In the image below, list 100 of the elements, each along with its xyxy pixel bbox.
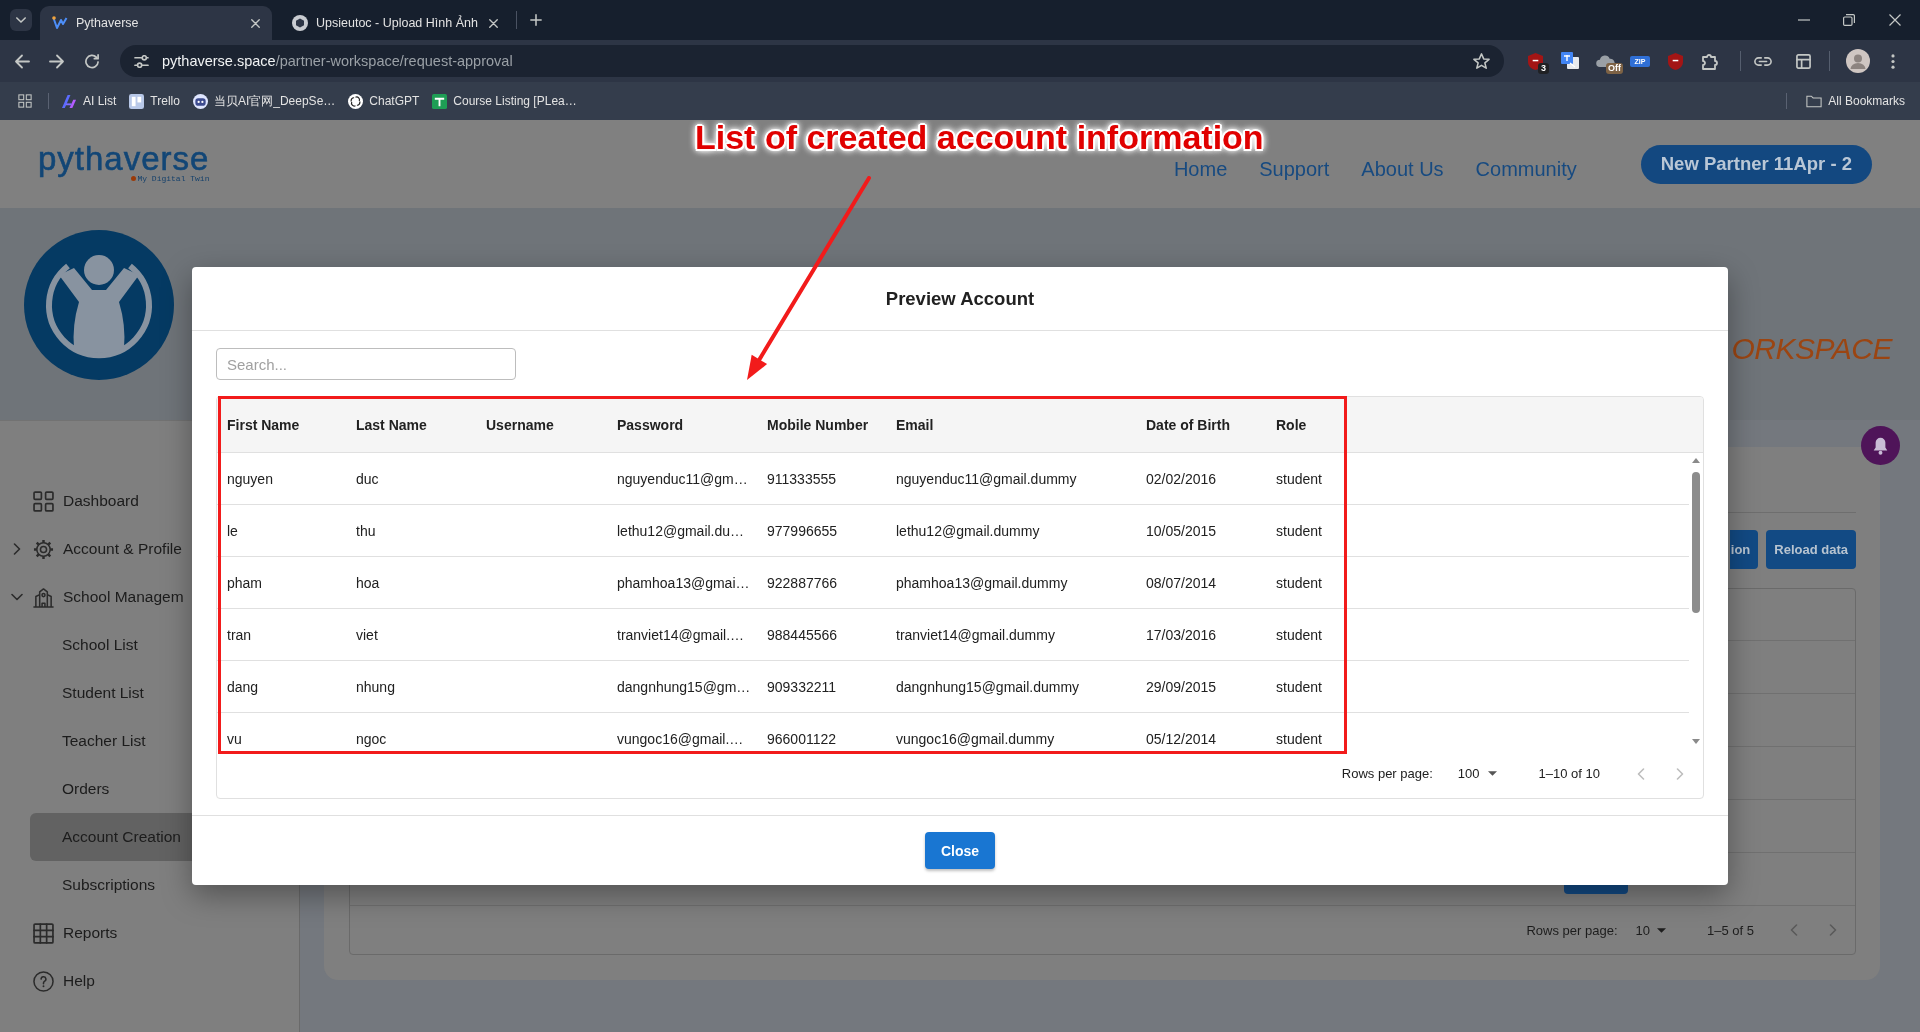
sidebar-subitem[interactable]: Teacher List <box>30 717 192 765</box>
close-icon[interactable] <box>251 18 260 28</box>
board-icon <box>129 93 145 109</box>
page-range: 1–10 of 10 <box>1538 766 1600 781</box>
partial-button[interactable] <box>1564 884 1628 894</box>
address-bar[interactable]: pythaverse.space/partner-workspace/request-approval <box>120 45 1504 77</box>
all-bookmarks-link[interactable]: All Bookmarks <box>1801 94 1910 108</box>
action-button[interactable]: ion <box>1729 530 1759 569</box>
person-emblem-icon <box>24 230 174 380</box>
table-cell: 911333555 <box>767 470 837 487</box>
dot-icon <box>131 176 137 181</box>
rows-per-page-select[interactable]: 10 <box>1635 922 1666 938</box>
restore-icon[interactable] <box>1843 14 1855 26</box>
table-cell: 02/02/2016 <box>1146 470 1217 487</box>
column-header[interactable]: Email <box>886 416 934 433</box>
table-cell: nguyenduc11@gm… <box>617 470 748 487</box>
bookmark-link[interactable]: Course Listing [PLea… <box>427 93 582 109</box>
folder-icon <box>1806 94 1823 108</box>
robot-icon <box>192 93 208 109</box>
zigzag-icon <box>52 15 68 31</box>
column-header[interactable]: Password <box>607 416 684 433</box>
action-button[interactable]: Reload data <box>1766 530 1856 569</box>
chevron-right-icon[interactable] <box>13 543 21 555</box>
column-header[interactable]: Username <box>476 416 554 433</box>
table-cell: ngoc <box>356 730 387 747</box>
column-header[interactable]: Last Name <box>346 416 427 433</box>
banner-title: ORKSPACE <box>1731 331 1892 367</box>
close-button[interactable]: Close <box>925 832 995 869</box>
table-cell: vungoc16@gmail.… <box>617 730 744 747</box>
scroll-down-icon[interactable] <box>1692 739 1700 744</box>
sidebar-item[interactable]: Dashboard <box>0 477 192 525</box>
sidebar-subitem[interactable]: Subscriptions <box>30 861 192 909</box>
scroll-up-icon[interactable] <box>1692 458 1700 463</box>
bookmark-link[interactable]: 当贝AI官网_DeepSe… <box>187 92 341 110</box>
column-header[interactable]: First Name <box>217 416 300 433</box>
scrollbar-thumb[interactable] <box>1692 472 1700 613</box>
column-header[interactable]: Date of Birth <box>1136 416 1230 433</box>
sidebar-item[interactable]: Account & Profile <box>0 525 192 573</box>
chevron-down-icon <box>16 17 26 23</box>
sidebar-subitem[interactable]: Student List <box>30 669 192 717</box>
sidebar-subitem[interactable]: Orders <box>30 765 192 813</box>
table-cell: vungoc16@gmail.dummy <box>896 730 1055 747</box>
sidebar-subitem[interactable]: School List <box>30 621 192 669</box>
slanted-bars-icon <box>62 93 77 109</box>
close-icon[interactable] <box>489 18 498 28</box>
table-cell: duc <box>356 470 379 487</box>
grid-icon[interactable] <box>18 94 32 108</box>
bookmark-link[interactable]: Trello <box>124 93 185 109</box>
count-badge: 3 <box>1538 63 1549 74</box>
table-cell: tranviet14@gmail.dummy <box>896 626 1055 643</box>
rows-per-page-label: Rows per page: <box>1526 922 1618 938</box>
new-tab-icon[interactable] <box>530 14 542 26</box>
table-cell: 29/09/2015 <box>1146 678 1217 695</box>
table-cell: student <box>1276 730 1322 747</box>
shield-icon <box>1667 52 1683 70</box>
tune-icon[interactable] <box>134 54 149 68</box>
browser-tab[interactable]: Pythaverse <box>40 6 272 40</box>
tab-search-button[interactable] <box>10 9 32 31</box>
column-header[interactable]: Mobile Number <box>757 416 869 433</box>
column-header[interactable]: Role <box>1266 416 1307 433</box>
chevron-down-icon[interactable] <box>11 593 23 601</box>
layout-icon <box>1795 53 1811 69</box>
table-cell: dang <box>227 678 259 695</box>
table-cell: 977996655 <box>767 522 838 539</box>
rows-per-page-label: Rows per page: <box>1341 766 1433 781</box>
search-field[interactable]: Search... <box>216 348 516 380</box>
translate-icon <box>1561 52 1579 70</box>
star-icon[interactable] <box>1473 53 1490 69</box>
table-cell: lethu12@gmail.dummy <box>896 522 1040 539</box>
extension-button[interactable]: 3 <box>1521 47 1549 75</box>
avatar-icon[interactable] <box>1846 49 1870 73</box>
table-cell: phamhoa13@gmai… <box>617 574 750 591</box>
rows-per-page-select[interactable]: 100 <box>1457 766 1497 781</box>
table-cell: student <box>1276 626 1322 643</box>
browser-tab[interactable]: Upsieutoc - Upload Hình Ảnh <box>280 6 510 40</box>
table-cell: student <box>1276 678 1322 695</box>
table-cell: 08/07/2014 <box>1146 574 1217 591</box>
bookmark-link[interactable]: AI List <box>57 93 122 109</box>
kebab-menu-icon[interactable] <box>1891 53 1895 69</box>
sidebar-item[interactable]: Reports <box>0 909 192 957</box>
table-cell: 10/05/2015 <box>1146 522 1217 539</box>
sheet-icon <box>432 93 448 109</box>
account-button[interactable]: New Partner 11Apr - 2 <box>1640 144 1872 184</box>
table-cell: dangnhung15@gmail.dummy <box>896 678 1080 695</box>
bookmark-link[interactable]: ChatGPT <box>343 93 425 109</box>
sidebar-item[interactable]: Help <box>0 957 192 1005</box>
table-cell: tranviet14@gmail.… <box>617 626 745 643</box>
close-icon[interactable] <box>1889 14 1901 26</box>
table-cell: 17/03/2016 <box>1146 626 1217 643</box>
table-cell: tran <box>227 626 252 643</box>
reload-icon <box>84 53 100 69</box>
bell-icon[interactable] <box>1861 426 1900 465</box>
table-cell: nhung <box>356 678 395 695</box>
page-range: 1–5 of 5 <box>1707 922 1754 938</box>
table-cell: nguyenduc11@gmail.dummy <box>896 470 1077 487</box>
annotation-label: List of created account information <box>695 120 1264 154</box>
table-cell: lethu12@gmail.du… <box>617 522 745 539</box>
table-cell: phamhoa13@gmail.dummy <box>896 574 1068 591</box>
sidebar-item[interactable]: School Managem <box>0 573 192 621</box>
sidebar-subitem[interactable]: Account Creation <box>30 813 192 861</box>
